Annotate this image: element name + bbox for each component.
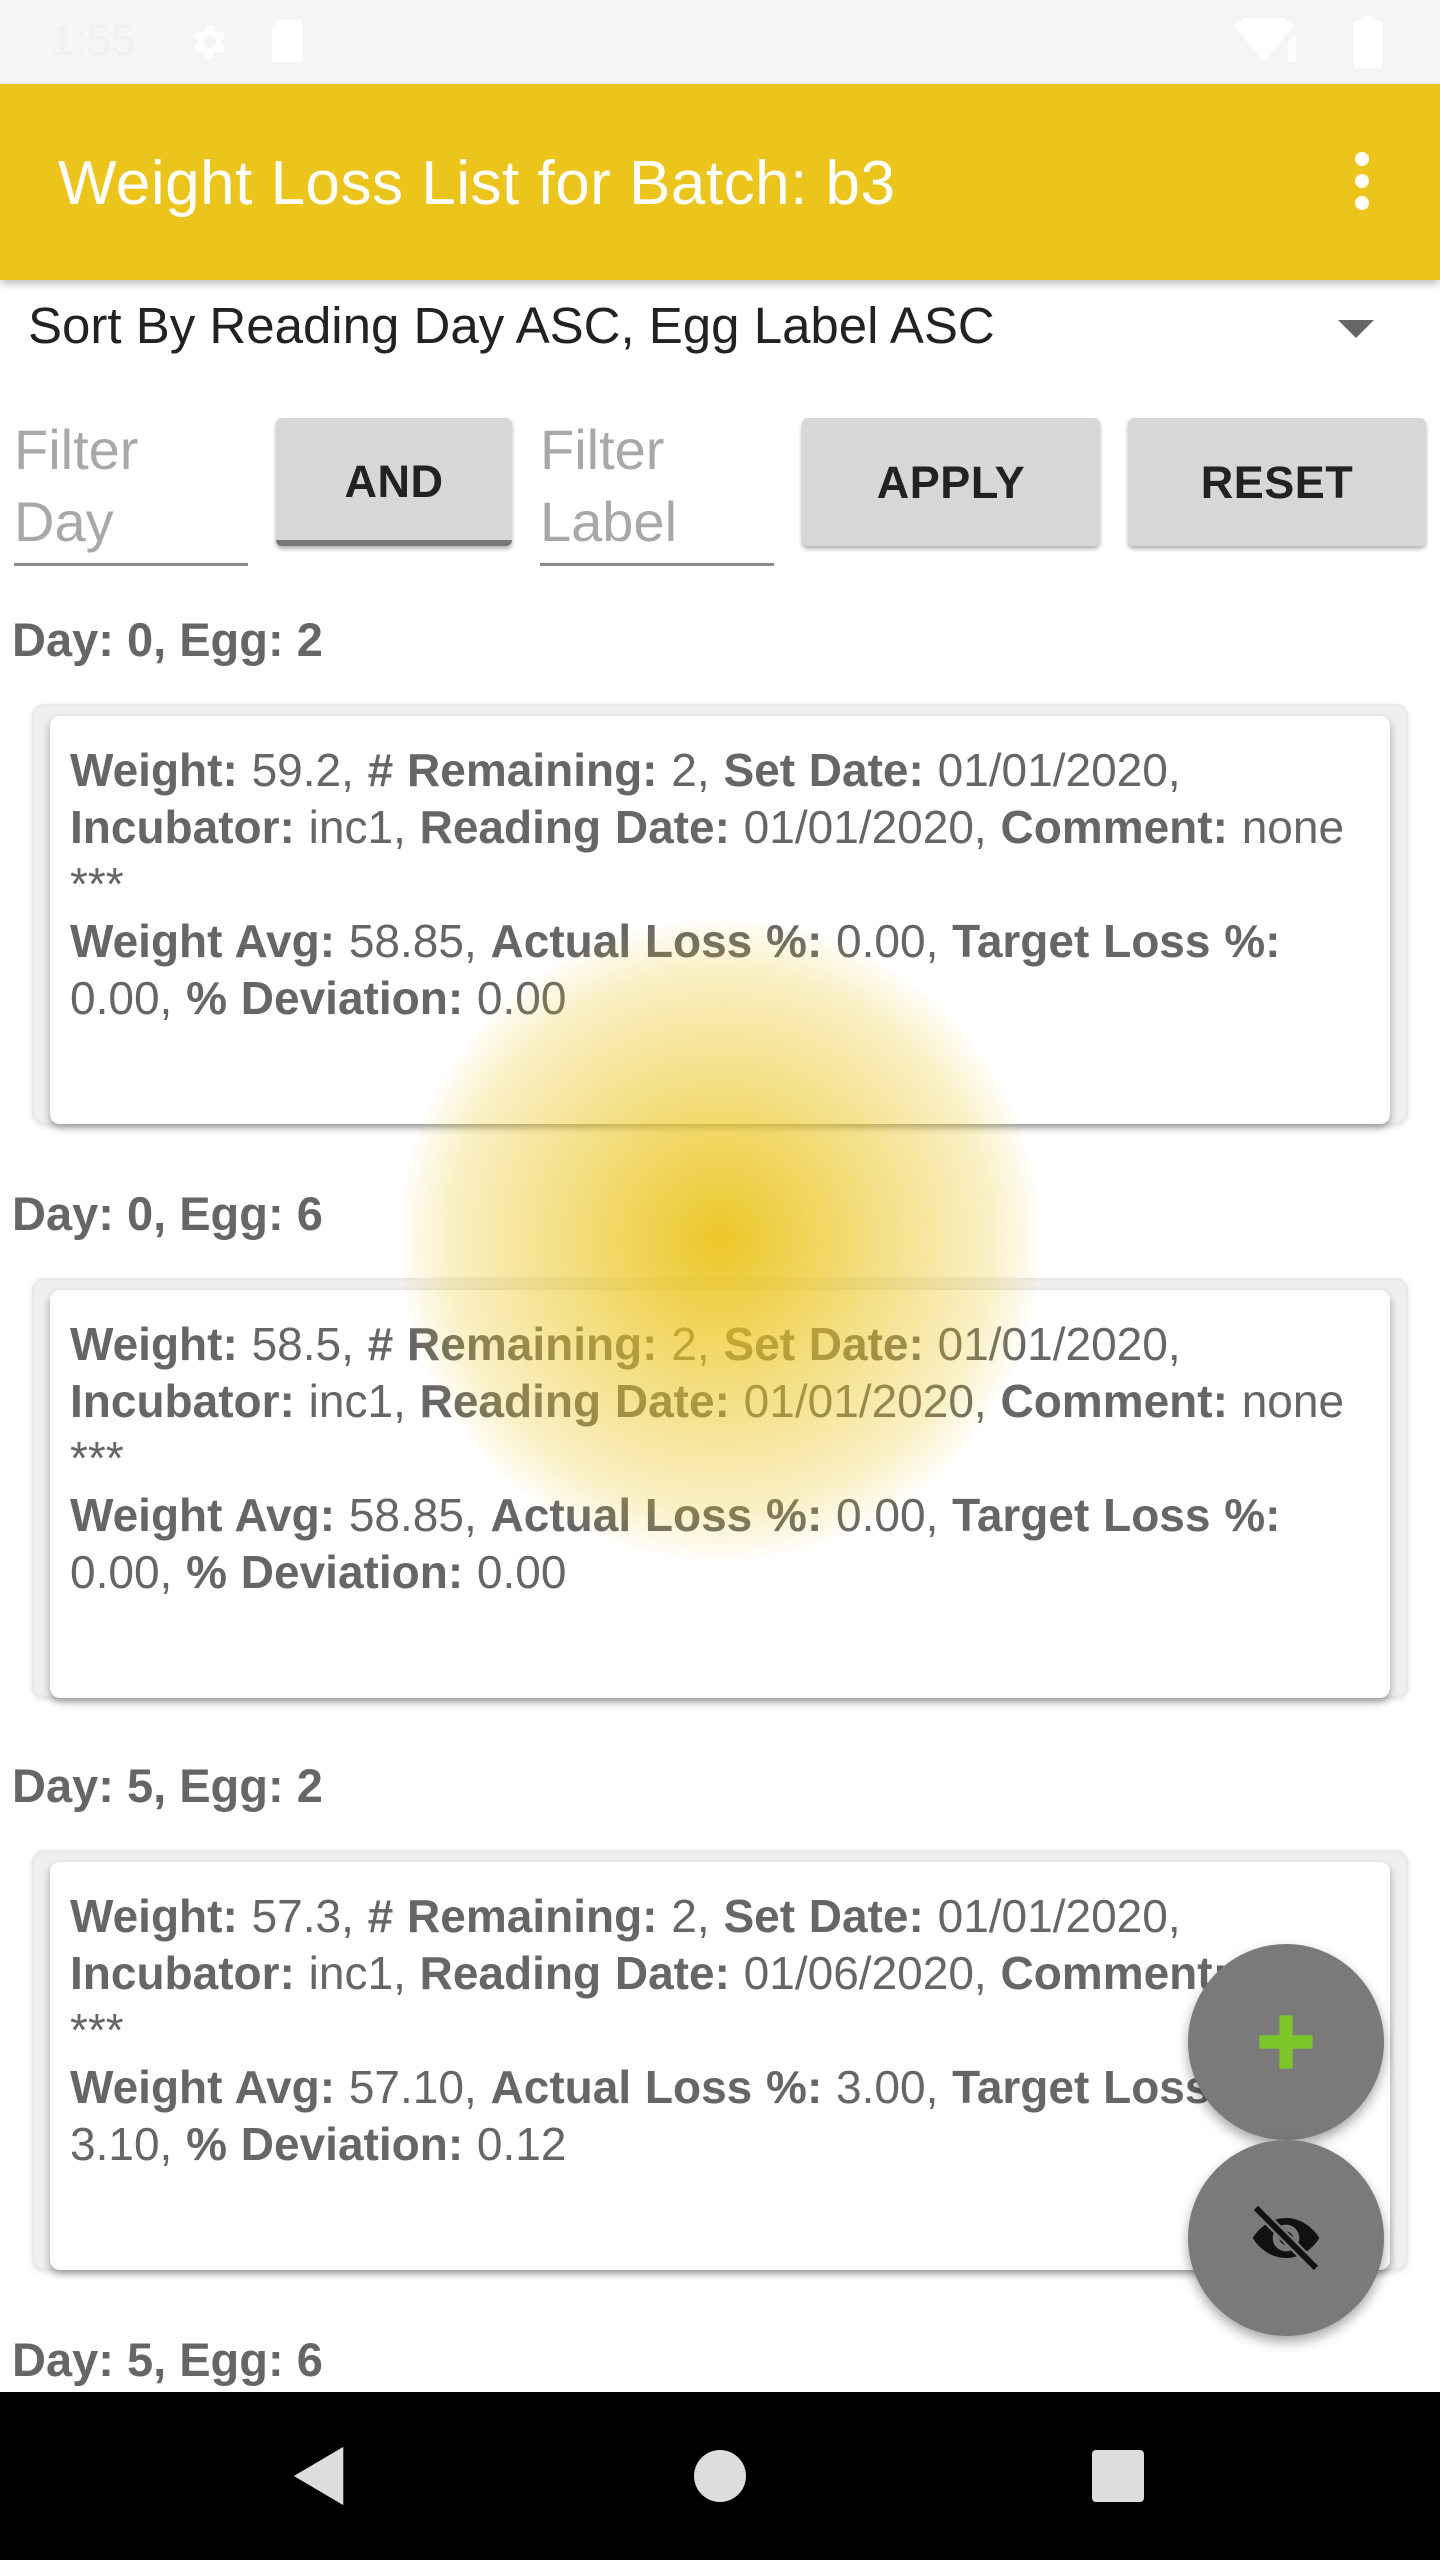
- back-triangle-icon[interactable]: [290, 2444, 350, 2508]
- page-title: Weight Loss List for Batch: b3: [58, 149, 896, 218]
- sd-card-icon: [271, 20, 303, 62]
- entry-header: Day: 0, Egg: 6: [12, 1187, 323, 1240]
- recents-square-icon[interactable]: [1092, 2450, 1144, 2502]
- entry-card[interactable]: Weight: 58.5, # Remaining: 2, Set Date: …: [50, 1290, 1390, 1698]
- entry-card[interactable]: Weight: 59.2, # Remaining: 2, Set Date: …: [50, 716, 1390, 1124]
- entry-header: Day: 5, Egg: 2: [12, 1759, 323, 1812]
- entry-header: Day: 5, Egg: 6: [12, 2333, 323, 2386]
- sort-selected-value: Sort By Reading Day ASC, Egg Label ASC: [28, 297, 995, 354]
- filter-day-input[interactable]: Filter Day: [14, 410, 248, 566]
- sort-dropdown[interactable]: Sort By Reading Day ASC, Egg Label ASC: [0, 280, 1440, 376]
- and-toggle-button[interactable]: AND: [276, 418, 512, 546]
- battery-icon: [1353, 16, 1383, 68]
- overflow-menu-icon[interactable]: [1340, 144, 1384, 224]
- eye-off-icon: [1252, 2204, 1320, 2272]
- entry-details: Weight: 59.2, # Remaining: 2, Set Date: …: [70, 744, 1345, 1024]
- home-circle-icon[interactable]: [694, 2450, 746, 2502]
- app-screen: 1:55 Weight Loss List for Batch: b3 Sort…: [0, 0, 1440, 2560]
- apply-button[interactable]: APPLY: [802, 418, 1100, 546]
- toggle-visibility-button[interactable]: [1188, 2140, 1384, 2336]
- filter-label-input[interactable]: Filter Label: [540, 410, 774, 566]
- add-entry-button[interactable]: [1188, 1944, 1384, 2140]
- status-bar: 1:55: [0, 0, 1440, 84]
- settings-gear-icon: [194, 25, 226, 59]
- app-bar: Weight Loss List for Batch: b3: [0, 84, 1440, 280]
- entry-details: Weight: 58.5, # Remaining: 2, Set Date: …: [70, 1318, 1345, 1598]
- wifi-icon: [1234, 18, 1296, 62]
- plus-icon: [1259, 2015, 1313, 2069]
- entry-header: Day: 0, Egg: 2: [12, 613, 323, 666]
- entry-card[interactable]: Weight: 57.3, # Remaining: 2, Set Date: …: [50, 1862, 1390, 2270]
- status-time: 1:55: [50, 16, 136, 65]
- system-nav-bar: [0, 2392, 1440, 2560]
- dropdown-arrow-icon: [1338, 320, 1374, 338]
- entry-details: Weight: 57.3, # Remaining: 2, Set Date: …: [70, 1890, 1344, 2170]
- reset-button[interactable]: RESET: [1128, 418, 1426, 546]
